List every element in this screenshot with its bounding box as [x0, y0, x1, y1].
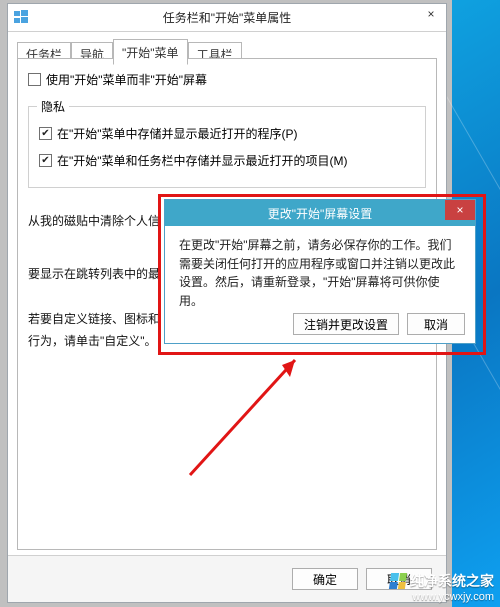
body-text-3: 若要自定义链接、图标和 [28, 308, 168, 331]
body-text-2: 要显示在跳转列表中的最 [28, 263, 168, 286]
dialog-title: 更改"开始"屏幕设置 [165, 205, 475, 222]
watermark-logo-icon [389, 573, 407, 589]
window-titlebar: 任务栏和"开始"菜单属性 × [8, 4, 446, 32]
privacy-item-0-label: 在"开始"菜单中存储并显示最近打开的程序(P) [57, 125, 298, 142]
watermark-url: www.ycwxjy.com [412, 591, 494, 603]
signout-and-change-button[interactable]: 注销并更改设置 [293, 313, 399, 335]
watermark: 纯净系统之家 www.ycwxjy.com [390, 571, 494, 603]
privacy-item-1-row: ✔ 在"开始"菜单和任务栏中存储并显示最近打开的项目(M) [39, 152, 415, 169]
window-title: 任务栏和"开始"菜单属性 [8, 9, 446, 26]
body-text-4: 行为，请单击"自定义"。 [28, 330, 168, 353]
dialog-button-row: 注销并更改设置 取消 [293, 313, 465, 335]
privacy-group: 隐私 ✔ 在"开始"菜单中存储并显示最近打开的程序(P) ✔ 在"开始"菜单和任… [28, 106, 426, 188]
tab-start-menu[interactable]: "开始"菜单 [113, 39, 188, 65]
dialog-close-button[interactable]: × [445, 200, 475, 220]
privacy-item-0-row: ✔ 在"开始"菜单中存储并显示最近打开的程序(P) [39, 125, 415, 142]
privacy-item-1-label: 在"开始"菜单和任务栏中存储并显示最近打开的项目(M) [57, 152, 348, 169]
privacy-item-0-checkbox[interactable]: ✔ [39, 127, 52, 140]
privacy-item-1-checkbox[interactable]: ✔ [39, 154, 52, 167]
window-close-button[interactable]: × [416, 4, 446, 24]
body-text-1: 从我的磁贴中清除个人信 [28, 210, 168, 233]
use-start-menu-row: 使用"开始"菜单而非"开始"屏幕 [28, 71, 426, 88]
watermark-name: 纯净系统之家 [410, 571, 494, 591]
dialog-titlebar: 更改"开始"屏幕设置 × [165, 200, 475, 226]
window-button-row: 确定 取消 [8, 555, 446, 602]
dialog-cancel-button[interactable]: 取消 [407, 313, 465, 335]
ok-button[interactable]: 确定 [292, 568, 358, 590]
dialog-body-text: 在更改"开始"屏幕之前，请务必保存你的工作。我们需要关闭任何打开的应用程序或窗口… [165, 226, 475, 316]
use-start-menu-label: 使用"开始"菜单而非"开始"屏幕 [46, 71, 207, 88]
viewport: 任务栏和"开始"菜单属性 × 任务栏 导航 "开始"菜单 工具栏 使用"开始"菜… [0, 0, 500, 607]
change-start-screen-dialog: 更改"开始"屏幕设置 × 在更改"开始"屏幕之前，请务必保存你的工作。我们需要关… [164, 199, 476, 344]
privacy-group-title: 隐私 [37, 98, 69, 115]
use-start-menu-checkbox[interactable] [28, 73, 41, 86]
